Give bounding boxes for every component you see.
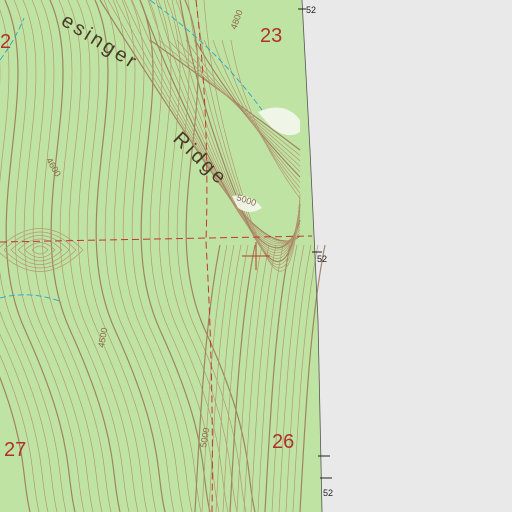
grid-tick-label: 52 xyxy=(317,254,327,264)
section-number: 26 xyxy=(272,431,294,453)
section-number: 23 xyxy=(260,25,282,47)
topographic-map[interactable]: 52 52 52 2 23 27 26 esinger Ridge 4800 4… xyxy=(0,0,512,512)
map-canvas: 52 52 52 2 23 27 26 esinger Ridge 4800 4… xyxy=(0,0,333,512)
grid-tick-label: 52 xyxy=(323,488,333,498)
section-number: 27 xyxy=(4,439,26,461)
grid-tick-label: 52 xyxy=(306,5,316,15)
section-number: 2 xyxy=(0,31,11,53)
